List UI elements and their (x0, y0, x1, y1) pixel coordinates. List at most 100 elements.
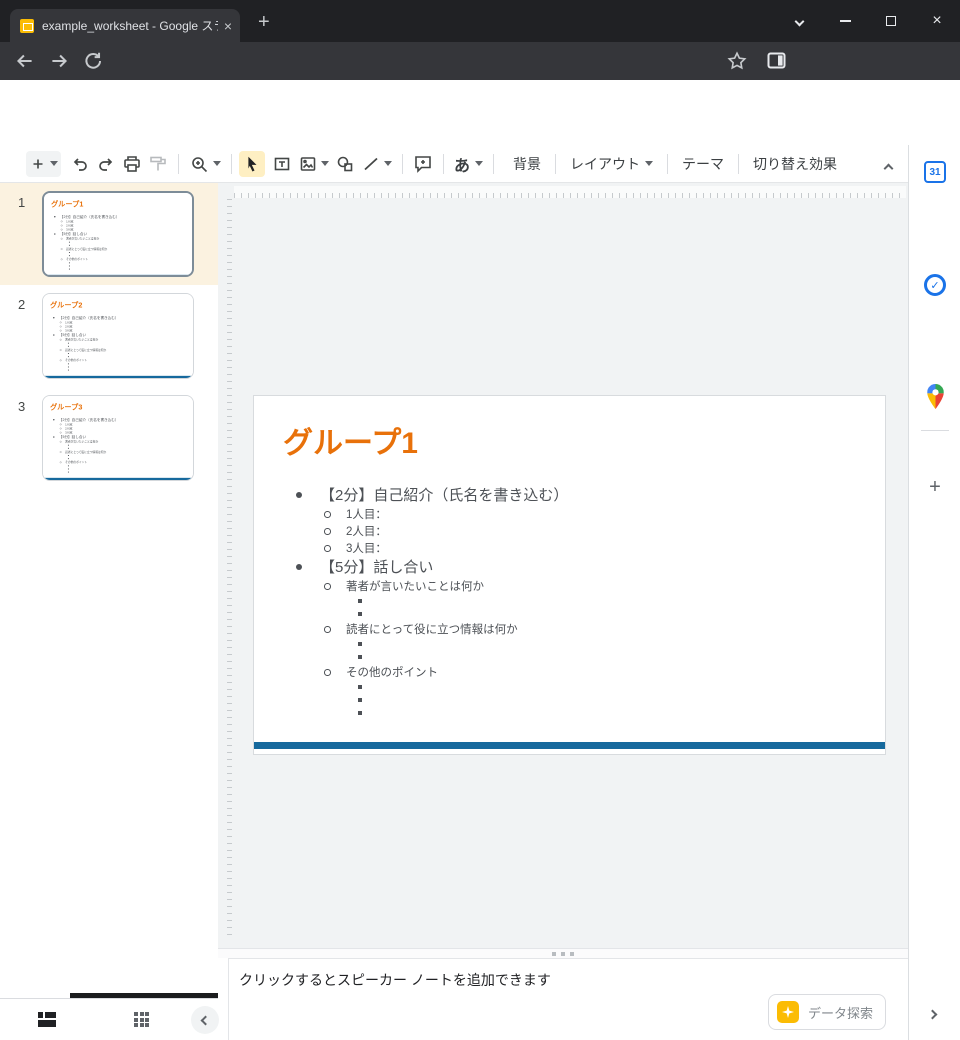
tasks-icon[interactable]: ✓ (924, 274, 946, 296)
bullet-level-1: 【2分】自己紹介（氏名を書き込む） (254, 484, 885, 505)
thumbnail-slide-preview: グループ1 【2分】自己紹介（氏名を書き込む）1人目：2人目：3人目：【5分】話し… (44, 193, 194, 277)
bullet-level-2: 3人目： (254, 539, 885, 556)
slide-title-text: グループ3 (50, 401, 82, 412)
slide-body-text: 【2分】自己紹介（氏名を書き込む）1人目：2人目：3人目：【5分】話し合い著者が… (43, 417, 194, 473)
vertical-ruler (220, 199, 232, 940)
slide-accent-bar (43, 478, 194, 481)
bullet-level-2: 読者にとって役に立つ情報は何か (254, 620, 885, 637)
insert-shape-button[interactable] (332, 151, 358, 177)
explore-label: データ探索 (808, 1003, 873, 1022)
window-minimize-button[interactable] (822, 0, 868, 42)
slide-accent-bar (43, 376, 194, 379)
slide-number: 2 (18, 297, 25, 312)
select-cursor-button[interactable] (239, 151, 265, 177)
text-format-button[interactable]: あ (451, 151, 486, 177)
grid-view-icon[interactable] (134, 1012, 150, 1028)
side-panel-divider (921, 430, 949, 431)
slide-thumbnail-row-1[interactable]: 1 グループ1 【2分】自己紹介（氏名を書き込む）1人目：2人目：3人目：【5分】話… (0, 183, 218, 285)
new-tab-button[interactable]: + (258, 11, 270, 34)
forward-icon[interactable] (48, 50, 70, 72)
insert-image-button[interactable] (295, 151, 332, 177)
slide-thumbnail-row-2[interactable]: 2 グループ2 【2分】自己紹介（氏名を書き込む）1人目：2人目：3人目：【5分】話… (0, 285, 218, 387)
new-slide-button[interactable] (26, 151, 61, 177)
slide-body-text: 【2分】自己紹介（氏名を書き込む）1人目：2人目：3人目：【5分】話し合い著者が… (44, 214, 194, 270)
horizontal-ruler (234, 186, 906, 198)
slide-body-text: 【2分】自己紹介（氏名を書き込む）1人目：2人目：3人目：【5分】話し合い著者が… (43, 315, 194, 371)
bullet-level-3 (254, 637, 885, 650)
toolbar-text-button-0[interactable]: 背景 (501, 154, 553, 174)
bullet-level-3 (254, 594, 885, 607)
toolbar-text-button-2[interactable]: テーマ (670, 154, 736, 174)
explore-button[interactable]: データ探索 (768, 994, 886, 1030)
bullet-level-2: その他のポイント (254, 663, 885, 680)
zoom-button[interactable] (186, 151, 224, 177)
slide-thumbnail[interactable]: グループ2 【2分】自己紹介（氏名を書き込む）1人目：2人目：3人目：【5分】話し… (42, 293, 194, 379)
tab-title: example_worksheet - Google スラ (42, 17, 218, 34)
bullet-level-3 (254, 607, 885, 620)
slide-title-text: グループ1 (51, 198, 83, 209)
toolbar-text-button-1[interactable]: レイアウト (558, 154, 665, 174)
bullet-level-3 (254, 693, 885, 706)
notes-resize-handle[interactable] (218, 948, 908, 958)
font-tool-label: あ (454, 152, 470, 176)
slide-thumbnail[interactable]: グループ3 【2分】自己紹介（氏名を書き込む）1人目：2人目：3人目：【5分】話し… (42, 395, 194, 481)
browser-window: example_worksheet - Google スラ × + × docs… (0, 0, 960, 1040)
editor-canvas[interactable]: グループ1 【2分】自己紹介（氏名を書き込む）1人目：2人目：3人目：【5分】話し… (218, 183, 908, 948)
paint-format-button[interactable] (145, 151, 171, 177)
maps-icon[interactable] (926, 384, 948, 406)
workspace-side-panel: 31 ✓ + (908, 145, 960, 1040)
slide-number: 3 (18, 399, 25, 414)
reload-icon[interactable] (82, 50, 104, 72)
slides-favicon-icon (20, 19, 34, 33)
toolbar-collapse-icon[interactable] (885, 159, 892, 177)
slide-accent-bar (254, 742, 885, 749)
thumbnail-slide-preview: グループ3 【2分】自己紹介（氏名を書き込む）1人目：2人目：3人目：【5分】話し… (43, 396, 194, 481)
collapse-filmstrip-icon[interactable] (191, 1006, 219, 1034)
slide-title-text[interactable]: グループ1 (283, 418, 418, 462)
bullet-level-3 (43, 470, 194, 473)
insert-line-button[interactable] (358, 151, 395, 177)
explore-icon (777, 1001, 799, 1023)
insert-comment-button[interactable] (410, 151, 436, 177)
bookmark-star-icon[interactable] (727, 51, 749, 73)
bullet-level-3 (254, 706, 885, 719)
slide-number: 1 (18, 195, 25, 210)
filmstrip-view-icon[interactable] (38, 1012, 56, 1027)
slide-filmstrip: 1 グループ1 【2分】自己紹介（氏名を書き込む）1人目：2人目：3人目：【5分】話… (0, 183, 218, 998)
bullet-level-3 (254, 680, 885, 693)
view-switcher-bar (0, 998, 218, 1040)
slide-body-text[interactable]: 【2分】自己紹介（氏名を書き込む）1人目：2人目：3人目：【5分】話し合い著者が… (254, 484, 885, 719)
window-close-button[interactable]: × (914, 0, 960, 42)
bullet-level-2: 1人目： (254, 505, 885, 522)
calendar-icon[interactable]: 31 (924, 161, 946, 183)
slide-thumbnail[interactable]: グループ1 【2分】自己紹介（氏名を書き込む）1人目：2人目：3人目：【5分】話し… (42, 191, 194, 277)
toolbar-text-button-3[interactable]: 切り替え効果 (741, 154, 849, 174)
slide-title-text: グループ2 (50, 299, 82, 310)
slide-accent-bar (44, 275, 194, 277)
print-button[interactable] (119, 151, 145, 177)
browser-tab[interactable]: example_worksheet - Google スラ × (10, 9, 240, 42)
bullet-level-1: 【5分】話し合い (254, 556, 885, 577)
speaker-notes-placeholder[interactable]: クリックするとスピーカー ノートを追加できます (239, 970, 551, 990)
speaker-notes-panel[interactable]: クリックするとスピーカー ノートを追加できます データ探索 (228, 958, 908, 1040)
get-add-ons-icon[interactable]: + (924, 476, 946, 498)
bullet-level-3 (44, 267, 194, 270)
tab-close-icon[interactable]: × (224, 18, 232, 34)
redo-button[interactable] (93, 151, 119, 177)
bullet-level-2: 著者が言いたいことは何か (254, 577, 885, 594)
thumbnail-slide-preview: グループ2 【2分】自己紹介（氏名を書き込む）1人目：2人目：3人目：【5分】話し… (43, 294, 194, 379)
slide-thumbnail-row-3[interactable]: 3 グループ3 【2分】自己紹介（氏名を書き込む）1人目：2人目：3人目：【5分】話… (0, 387, 218, 489)
slides-header: example_worksheet ファイル編集表示挿入表示形式スライド配置 (0, 80, 960, 145)
window-maximize-button[interactable] (868, 0, 914, 42)
back-icon[interactable] (14, 50, 36, 72)
side-panel-icon[interactable] (767, 52, 789, 74)
tab-search-icon[interactable] (776, 0, 822, 42)
bullet-level-2: 2人目： (254, 522, 885, 539)
slide-editor-page[interactable]: グループ1 【2分】自己紹介（氏名を書き込む）1人目：2人目：3人目：【5分】話し… (253, 395, 886, 755)
browser-titlebar: example_worksheet - Google スラ × + × (0, 0, 960, 42)
bullet-level-3 (254, 650, 885, 663)
text-box-button[interactable] (269, 151, 295, 177)
undo-button[interactable] (67, 151, 93, 177)
toolbar: あ 背景レイアウトテーマ切り替え効果 (0, 145, 908, 183)
expand-side-panel-icon[interactable] (929, 1005, 936, 1023)
